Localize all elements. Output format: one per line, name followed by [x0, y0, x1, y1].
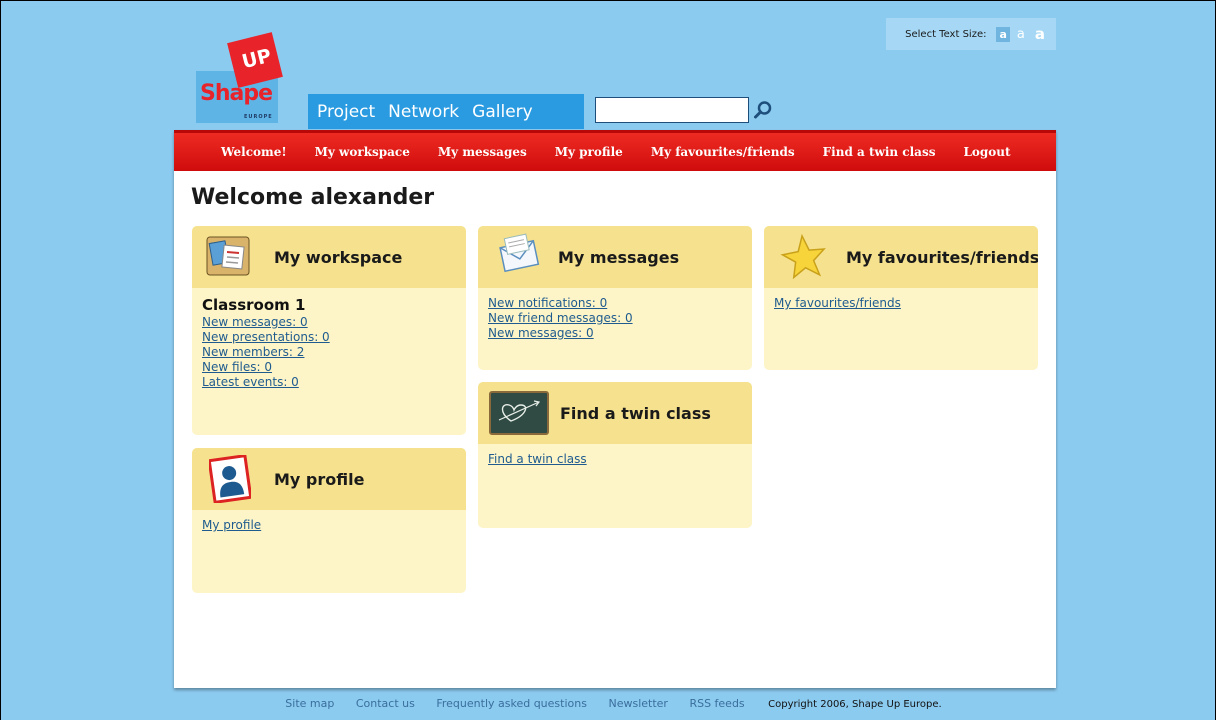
classroom-title: Classroom 1	[202, 296, 306, 314]
text-size-small-button[interactable]: a	[996, 26, 1010, 42]
search-icon[interactable]	[753, 100, 773, 120]
star-icon	[780, 234, 826, 280]
text-size-large-button[interactable]: a	[1032, 24, 1048, 44]
top-nav: Project Network Gallery	[308, 94, 584, 129]
favourites-box: My favourites/friends My favourites/frie…	[764, 226, 1038, 370]
footer-rss-link[interactable]: RSS feeds	[689, 697, 744, 710]
text-size-selector: Select Text Size: a a a	[886, 18, 1056, 50]
rednav-welcome[interactable]: Welcome!	[221, 145, 287, 159]
profile-box-header: My profile	[192, 448, 466, 510]
my-profile-link[interactable]: My profile	[202, 518, 456, 533]
footer: Site map Contact us Frequently asked que…	[1, 697, 1216, 710]
twin-class-box: Find a twin class Find a twin class	[478, 382, 752, 528]
profile-box-title: My profile	[274, 469, 365, 489]
footer-site-map-link[interactable]: Site map	[285, 697, 334, 710]
twin-class-box-header: Find a twin class	[478, 382, 752, 444]
twin-class-box-title: Find a twin class	[560, 403, 711, 423]
favourites-link[interactable]: My favourites/friends	[774, 296, 1028, 311]
new-friend-messages-link[interactable]: New friend messages: 0	[488, 311, 742, 326]
workspace-new-presentations-link[interactable]: New presentations: 0	[202, 330, 456, 345]
favourites-box-header: My favourites/friends	[764, 226, 1038, 288]
new-messages-link[interactable]: New messages: 0	[488, 326, 742, 341]
search-input[interactable]	[595, 97, 749, 123]
footer-newsletter-link[interactable]: Newsletter	[608, 697, 667, 710]
rednav-twin-class[interactable]: Find a twin class	[823, 145, 936, 159]
workspace-latest-events-link[interactable]: Latest events: 0	[202, 375, 456, 390]
footer-faq-link[interactable]: Frequently asked questions	[436, 697, 587, 710]
nav-network-link[interactable]: Network	[388, 102, 459, 122]
rednav-messages[interactable]: My messages	[438, 145, 527, 159]
workspace-icon	[206, 236, 250, 276]
rednav-profile[interactable]: My profile	[555, 145, 623, 159]
main-panel: Welcome! My workspace My messages My pro…	[174, 130, 1056, 688]
workspace-new-files-link[interactable]: New files: 0	[202, 360, 456, 375]
nav-project-link[interactable]: Project	[317, 102, 375, 122]
site-logo[interactable]: UP Shape EUROPE	[196, 32, 283, 124]
text-size-label: Select Text Size:	[905, 28, 987, 40]
messages-box: My messages New notifications: 0 New fri…	[478, 226, 752, 370]
profile-box: My profile My profile	[192, 448, 466, 593]
page-title: Welcome alexander	[191, 185, 435, 210]
red-nav: Welcome! My workspace My messages My pro…	[174, 130, 1056, 171]
messages-box-header: My messages	[478, 226, 752, 288]
nav-gallery-link[interactable]: Gallery	[472, 102, 533, 122]
workspace-box-title: My workspace	[274, 247, 403, 267]
footer-contact-link[interactable]: Contact us	[356, 697, 415, 710]
footer-copyright: Copyright 2006, Shape Up Europe.	[768, 699, 942, 710]
workspace-new-members-link[interactable]: New members: 2	[202, 345, 456, 360]
messages-box-title: My messages	[558, 247, 680, 267]
find-twin-class-link[interactable]: Find a twin class	[488, 452, 742, 467]
workspace-box-header: My workspace	[192, 226, 466, 288]
rednav-workspace[interactable]: My workspace	[315, 145, 410, 159]
chalkboard-heart-icon	[489, 391, 549, 435]
profile-icon	[209, 455, 251, 503]
text-size-medium-button[interactable]: a	[1014, 26, 1028, 43]
workspace-new-messages-link[interactable]: New messages: 0	[202, 315, 456, 330]
new-notifications-link[interactable]: New notifications: 0	[488, 296, 742, 311]
favourites-box-title: My favourites/friends	[846, 247, 1038, 267]
rednav-logout[interactable]: Logout	[963, 145, 1010, 159]
envelope-icon	[499, 233, 540, 273]
workspace-box: My workspace Classroom 1 New messages: 0…	[192, 226, 466, 435]
rednav-favourites[interactable]: My favourites/friends	[651, 145, 795, 159]
